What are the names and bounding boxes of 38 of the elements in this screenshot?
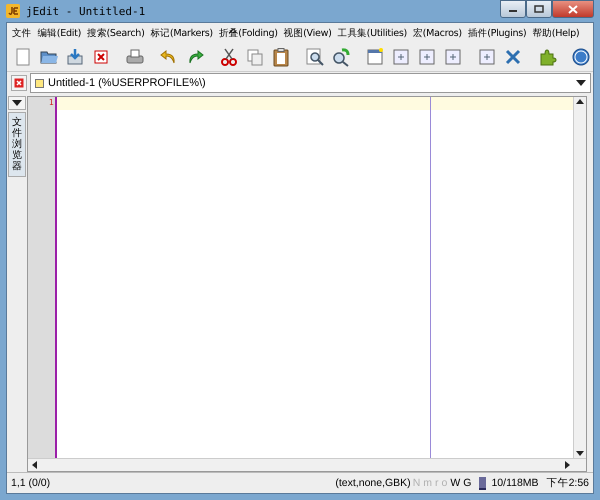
app-logo-icon xyxy=(6,4,20,18)
close-icon xyxy=(568,4,578,14)
line-number: 1 xyxy=(48,97,54,109)
dock-menu-button[interactable] xyxy=(8,96,26,110)
scroll-down-icon xyxy=(576,451,584,456)
window-title: jEdit - Untitled-1 xyxy=(26,4,146,18)
menu-item[interactable]: 编辑(Edit) xyxy=(34,26,84,40)
menu-item[interactable]: 文件 xyxy=(9,26,34,40)
buffer-mode: (text,none,GBK) xyxy=(335,477,411,489)
caret-icon xyxy=(576,80,586,86)
menu-item[interactable]: 折叠(Folding) xyxy=(216,26,281,40)
close-button[interactable] xyxy=(552,0,594,18)
scroll-right-icon xyxy=(565,461,570,469)
menu-item[interactable]: 搜索(Search) xyxy=(84,26,148,40)
menu-item[interactable]: 工具集(Utilities) xyxy=(334,26,410,40)
file-icon xyxy=(35,78,44,88)
menu-item[interactable]: 标记(Markers) xyxy=(148,26,216,40)
minimize-button[interactable] xyxy=(500,0,526,18)
close-buffer-button[interactable] xyxy=(11,75,27,91)
vertical-scrollbar[interactable] xyxy=(573,97,586,458)
clock: 下午2:56 xyxy=(546,476,589,490)
maximize-icon xyxy=(534,5,544,13)
buffer-dropdown[interactable]: Untitled-1 (%USERPROFILE%\) xyxy=(30,73,591,93)
status-flag[interactable]: G xyxy=(463,477,472,489)
scroll-up-icon xyxy=(576,99,584,104)
caret-icon xyxy=(12,100,22,106)
horizontal-scrollbar[interactable] xyxy=(28,458,586,471)
menu-item[interactable]: 宏(Macros) xyxy=(410,26,465,40)
status-flag[interactable]: W xyxy=(450,477,460,489)
maximize-button[interactable] xyxy=(526,0,552,18)
scroll-left-icon xyxy=(32,461,37,469)
memory-indicator[interactable]: 10/118MB xyxy=(479,476,539,490)
menu-item[interactable]: 帮助(Help) xyxy=(529,26,582,40)
caret-position: 1,1 (0/0) xyxy=(11,477,50,489)
menu-item[interactable]: 插件(Plugins) xyxy=(464,26,530,40)
file-browser-tab[interactable]: 文件浏览器 xyxy=(8,112,26,177)
close-icon xyxy=(14,78,24,88)
menu-item[interactable]: 视图(View) xyxy=(280,26,335,40)
